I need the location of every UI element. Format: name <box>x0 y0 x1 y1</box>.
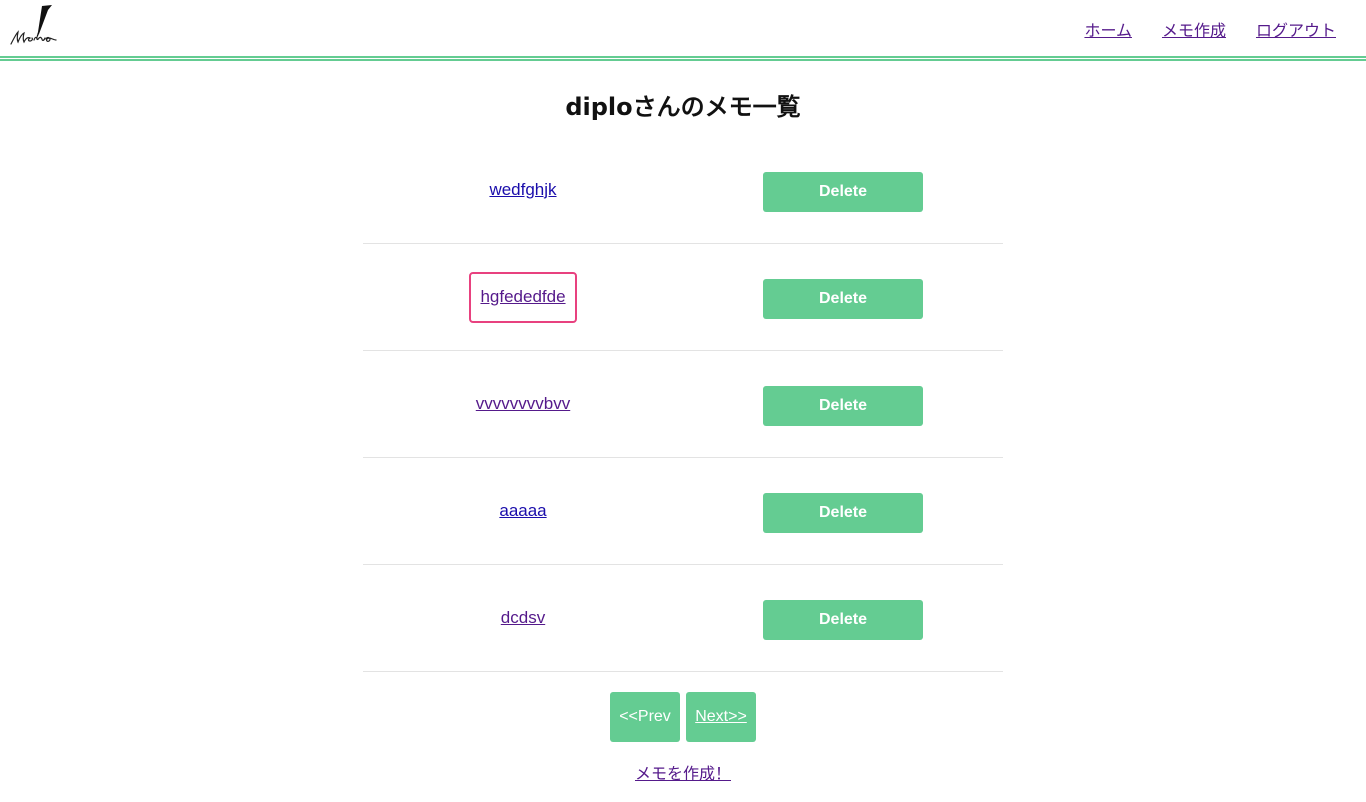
delete-button[interactable]: Delete <box>763 172 923 212</box>
memo-row: hgfededfde Delete <box>363 244 1003 351</box>
create-memo-link[interactable]: メモを作成！ <box>635 764 731 783</box>
memo-row: aaaaa Delete <box>363 458 1003 565</box>
memo-title-link[interactable]: aaaaa <box>490 488 555 535</box>
nav-create-memo-link[interactable]: メモ作成 <box>1162 17 1226 41</box>
pen-icon <box>10 5 57 45</box>
memo-title-link[interactable]: hgfededfde <box>469 271 577 323</box>
pagination: <<Prev Next>> <box>0 692 1366 742</box>
memo-title-link[interactable]: wedfghjk <box>480 167 565 214</box>
site-header: ホーム メモ作成 ログアウト <box>0 0 1366 61</box>
page-title: diploさんのメモ一覧 <box>565 93 801 121</box>
memo-row: vvvvvvvvbvv Delete <box>363 351 1003 458</box>
delete-button[interactable]: Delete <box>763 493 923 533</box>
prev-page-button[interactable]: <<Prev <box>610 692 680 742</box>
nav-home-link[interactable]: ホーム <box>1084 17 1132 41</box>
nav-logout-link[interactable]: ログアウト <box>1256 17 1336 41</box>
memo-title-link[interactable]: vvvvvvvvbvv <box>467 381 579 428</box>
memo-title-cell: vvvvvvvvbvv <box>363 351 683 457</box>
memo-row: wedfghjk Delete <box>363 137 1003 244</box>
memo-title-cell: dcdsv <box>363 565 683 671</box>
memo-title-link[interactable]: dcdsv <box>492 595 554 642</box>
delete-button[interactable]: Delete <box>763 279 923 319</box>
next-page-button[interactable]: Next>> <box>686 692 756 742</box>
delete-button[interactable]: Delete <box>763 600 923 640</box>
memo-title-cell: wedfghjk <box>363 137 683 243</box>
memo-row: dcdsv Delete <box>363 565 1003 672</box>
memo-title-cell: hgfededfde <box>363 244 683 350</box>
create-link-wrap: メモを作成！ <box>0 760 1366 784</box>
memo-list: wedfghjk Delete hgfededfde Delete vvvvvv… <box>363 137 1003 672</box>
delete-button[interactable]: Delete <box>763 386 923 426</box>
top-nav: ホーム メモ作成 ログアウト <box>1084 17 1336 41</box>
memo-logo[interactable] <box>8 4 64 50</box>
memo-title-cell: aaaaa <box>363 458 683 564</box>
